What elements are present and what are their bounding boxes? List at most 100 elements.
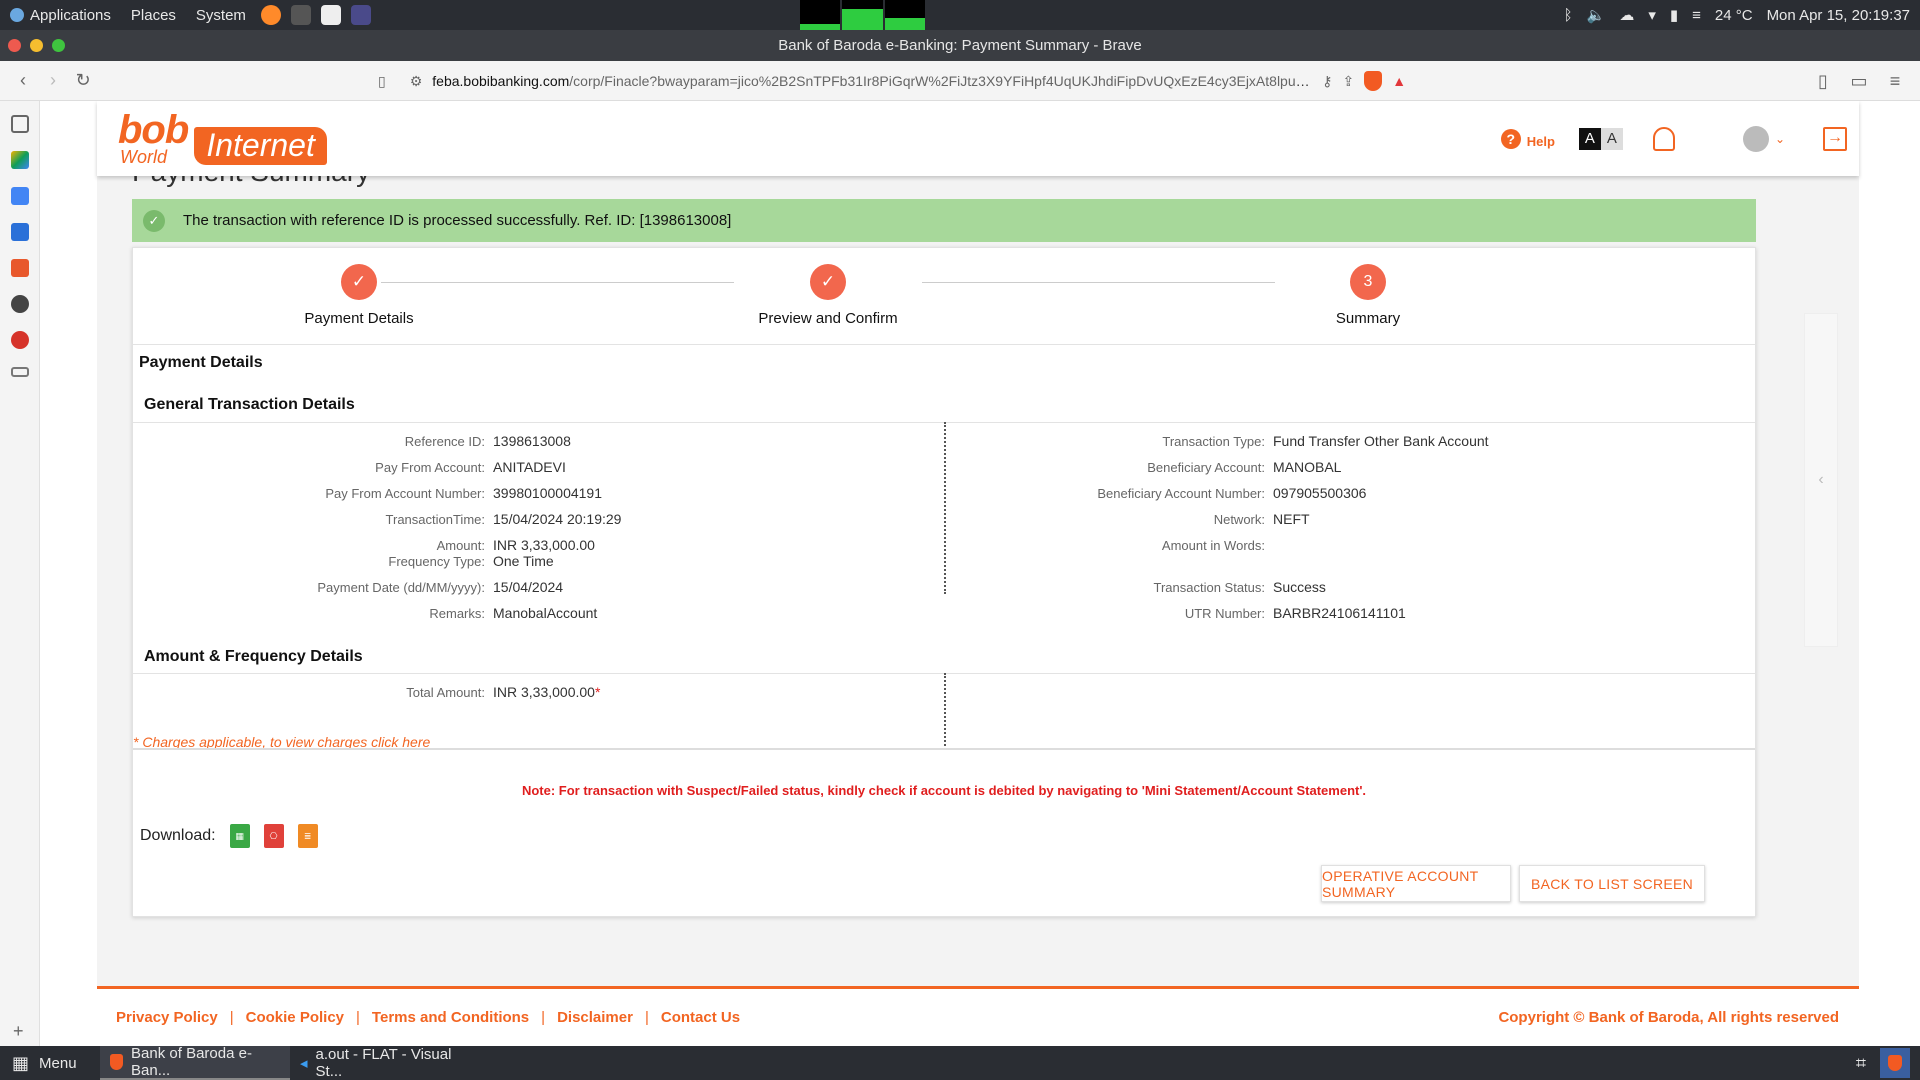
notification-bell-icon[interactable] <box>1652 126 1675 151</box>
web-page: bobWorld Internet ? Help A A ⌄ → Payment… <box>40 101 1920 1046</box>
brave-icon <box>110 1054 124 1070</box>
step-connector <box>922 282 1275 283</box>
brave-shield-icon[interactable] <box>1364 71 1383 91</box>
contact-us-link[interactable]: Contact Us <box>661 1009 740 1026</box>
taskbar-item-browser[interactable]: Bank of Baroda e-Ban... <box>100 1045 290 1080</box>
copyright: Copyright © Bank of Baroda, All rights r… <box>1498 1009 1839 1026</box>
sidebar-panel-icon[interactable] <box>10 115 29 133</box>
status-note: Note: For transaction with Suspect/Faile… <box>521 783 1367 798</box>
charges-asterisk: * <box>594 684 601 700</box>
taskbar-tray: ⌗ <box>1856 1046 1920 1080</box>
help-icon: ? <box>1500 128 1521 149</box>
volume-icon[interactable]: 🔈 <box>1587 6 1606 24</box>
bluetooth-icon[interactable]: ᛒ <box>1564 7 1573 24</box>
help-button[interactable]: ? Help <box>1500 128 1555 149</box>
google-drive-icon[interactable] <box>10 151 29 169</box>
browser-sidebar: + <box>0 101 40 1046</box>
operative-account-summary-button[interactable]: OPERATIVE ACCOUNT SUMMARY <box>1321 865 1511 902</box>
back-icon[interactable]: ‹ <box>8 66 38 96</box>
detail-row: Beneficiary Account Number: 097905500306 <box>1097 485 1367 501</box>
learning-icon[interactable] <box>10 223 29 241</box>
step-done-icon: ✓ <box>341 264 377 300</box>
browser-toolbar: ‹ › ↻ ▯ ⚙ feba.bobibanking.com/corp/Fina… <box>0 61 1920 101</box>
close-window-button[interactable] <box>8 39 21 52</box>
cloud-icon[interactable]: ☁ <box>1619 6 1634 24</box>
privacy-policy-link[interactable]: Privacy Policy <box>116 1009 218 1026</box>
wallet-icon[interactable]: ▭ <box>1844 66 1874 96</box>
grid-icon: ▦ <box>12 1052 30 1073</box>
user-avatar[interactable] <box>1742 125 1769 152</box>
terms-link[interactable]: Terms and Conditions <box>372 1009 529 1026</box>
sidebar-toggle-icon[interactable]: ▯ <box>1808 66 1838 96</box>
share-icon[interactable]: ⇪ <box>1343 73 1355 90</box>
key-icon[interactable]: ⚷ <box>1322 73 1332 90</box>
detail-row: Beneficiary Account: MANOBAL <box>1147 459 1342 475</box>
vscode-icon[interactable] <box>350 5 371 25</box>
maximize-window-button[interactable] <box>52 39 65 52</box>
excel-download-icon[interactable]: ▦ <box>229 824 250 848</box>
places-menu[interactable]: Places <box>121 0 186 30</box>
success-check-icon: ✓ <box>143 209 165 232</box>
success-alert: ✓ The transaction with reference ID is p… <box>132 199 1756 242</box>
success-message: The transaction with reference ID is pro… <box>183 212 732 229</box>
firefox-icon[interactable] <box>260 5 281 25</box>
taskbar-item-vscode[interactable]: ◂ a.out - FLAT - Visual St... <box>290 1046 480 1080</box>
google-docs-icon[interactable] <box>10 187 29 205</box>
site-footer: Privacy Policy | Cookie Policy | Terms and… <box>97 986 1859 1046</box>
minimize-window-button[interactable] <box>30 39 43 52</box>
menu-icon[interactable]: ≡ <box>1880 66 1910 96</box>
clock[interactable]: Mon Apr 15, 20:19:37 <box>1767 7 1910 24</box>
site-header: bob World Internet ? Help A A ⌄ → <box>97 101 1859 176</box>
battery-icon[interactable]: ▮ <box>1670 6 1678 24</box>
font-size-large-button[interactable]: A <box>1578 127 1601 150</box>
detail-row: Amount in Words: <box>1161 537 1265 553</box>
general-details-title: General Transaction Details <box>144 396 355 413</box>
system-monitor <box>800 0 925 30</box>
detail-row: Transaction Status: Success <box>1153 579 1326 595</box>
back-to-list-button[interactable]: BACK TO LIST SCREEN <box>1519 865 1705 902</box>
wifi-icon[interactable]: ▾ <box>1648 6 1656 24</box>
bob-world-internet-logo[interactable]: bob World Internet <box>118 110 327 166</box>
terminal-icon[interactable] <box>290 5 311 25</box>
reload-icon[interactable]: ↻ <box>68 66 98 96</box>
chevron-down-icon[interactable]: ⌄ <box>1775 132 1785 146</box>
brave-rewards-icon[interactable]: ▲ <box>1392 73 1406 89</box>
cookie-policy-link[interactable]: Cookie Policy <box>246 1009 344 1026</box>
vpn-key-icon[interactable] <box>10 367 29 377</box>
disclaimer-link[interactable]: Disclaimer <box>557 1009 633 1026</box>
start-menu-button[interactable]: ▦ Menu <box>0 1053 100 1074</box>
bookmark-icon[interactable]: ▯ <box>378 73 386 90</box>
temperature[interactable]: 24 °C <box>1715 7 1753 24</box>
add-sidebar-item-icon[interactable]: + <box>13 1021 24 1042</box>
step-summary: 3 Summary <box>1268 264 1468 327</box>
header-actions: ? Help A A ⌄ → <box>1500 101 1859 176</box>
url-path: /corp/Finacle?bwayparam=jico%2B2SnTPFb31… <box>569 73 1313 89</box>
logout-icon[interactable]: → <box>1823 126 1847 151</box>
weather-icon[interactable]: ≡ <box>1692 7 1701 24</box>
section-title: Payment Details <box>139 354 263 371</box>
detail-row: Transaction Type: Fund Transfer Other Ban… <box>1162 433 1489 449</box>
step-number: 3 <box>1350 264 1386 300</box>
window-controls <box>8 39 65 52</box>
globe-icon[interactable] <box>10 295 29 313</box>
feather-icon[interactable] <box>10 331 29 349</box>
screenshot-icon[interactable]: ⌗ <box>1856 1053 1866 1074</box>
system-menu[interactable]: System <box>186 0 256 30</box>
browser-toolbar-right: ▯ ▭ ≡ <box>1808 66 1910 96</box>
amount-details-title: Amount & Frequency Details <box>144 648 363 665</box>
pdf-download-icon[interactable]: ⎔ <box>263 824 284 848</box>
app-red-icon[interactable] <box>10 259 29 277</box>
csv-download-icon[interactable]: ≣ <box>297 824 318 848</box>
column-divider <box>944 673 946 746</box>
brave-tray-icon[interactable] <box>1880 1048 1910 1078</box>
os-logo-icon <box>10 8 24 22</box>
forward-icon[interactable]: › <box>38 66 68 96</box>
window-titlebar: Bank of Baroda e-Banking: Payment Summar… <box>0 30 1920 61</box>
collapse-panel-toggle[interactable]: ‹ <box>1804 313 1838 647</box>
document-viewer-icon[interactable] <box>320 5 341 25</box>
address-bar[interactable]: ▯ ⚙ feba.bobibanking.com/corp/Finacle?bw… <box>378 66 1498 96</box>
chevron-left-icon: ‹ <box>1818 471 1824 488</box>
applications-menu[interactable]: Applications <box>0 0 121 30</box>
font-size-small-button[interactable]: A <box>1600 127 1623 150</box>
site-info-icon[interactable]: ⚙ <box>410 73 423 90</box>
